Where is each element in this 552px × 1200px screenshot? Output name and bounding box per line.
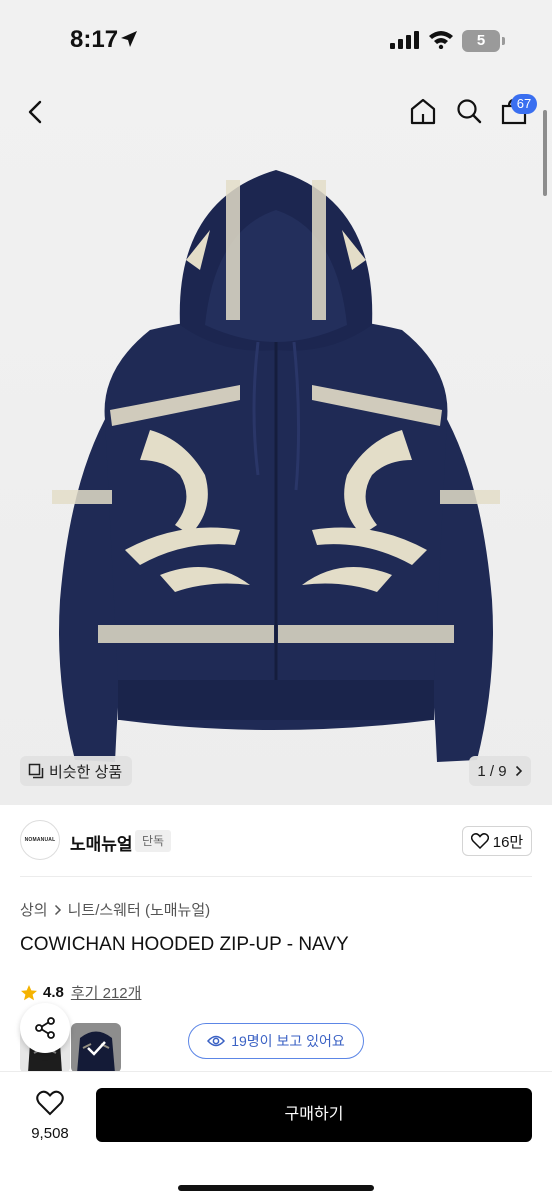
- search-icon[interactable]: [455, 97, 483, 125]
- location-arrow-icon: [121, 31, 137, 47]
- status-time: 8:17: [70, 26, 119, 53]
- viewers-text: 19명이 보고 있어요: [231, 1033, 345, 1049]
- scrollbar: [543, 110, 547, 196]
- copy-icon: [28, 763, 44, 779]
- product-image-gallery[interactable]: 67 비슷한 상품 1 / 9: [0, 80, 552, 805]
- thumbnail-navy[interactable]: [71, 1023, 121, 1073]
- wishlist-count: 9,508: [31, 1125, 69, 1142]
- home-icon[interactable]: [408, 96, 438, 126]
- heart-icon: [36, 1090, 64, 1116]
- review-count-link[interactable]: 후기 212개: [71, 982, 142, 1003]
- brand-like-button[interactable]: 16만: [462, 826, 532, 856]
- brand-name[interactable]: 노매뉴얼: [70, 830, 133, 855]
- similar-products-button[interactable]: 비슷한 상품: [20, 756, 133, 786]
- share-icon: [35, 1017, 55, 1039]
- bottom-action-bar: 9,508 구매하기: [0, 1071, 552, 1200]
- breadcrumb-category[interactable]: 상의: [20, 899, 48, 920]
- signal-icon: [390, 31, 419, 49]
- wishlist-button[interactable]: 9,508: [22, 1090, 78, 1142]
- viewers-badge: 19명이 보고 있어요: [188, 1023, 364, 1059]
- product-image: [52, 170, 500, 762]
- product-title: COWICHAN HOODED ZIP-UP - NAVY: [20, 934, 349, 955]
- thumbnail-image: [71, 1023, 121, 1073]
- cart-count-badge: 67: [511, 94, 537, 114]
- exclusive-tag: 단독: [135, 830, 172, 852]
- rating-value: 4.8: [43, 984, 64, 1001]
- chevron-right-icon: [515, 765, 522, 777]
- brand-row: NOMANUAL 노매뉴얼 단독 16만: [0, 820, 552, 876]
- heart-icon: [470, 833, 489, 849]
- star-icon: [21, 984, 37, 1000]
- brand-logo-text: NOMANUAL: [24, 837, 56, 843]
- breadcrumb: 상의 니트/스웨터 (노매뉴얼): [20, 899, 210, 920]
- similar-products-label: 비슷한 상품: [49, 763, 123, 781]
- buy-button[interactable]: 구매하기: [96, 1088, 532, 1142]
- back-icon[interactable]: [24, 98, 48, 126]
- wifi-icon: [429, 31, 453, 49]
- eye-icon: [207, 1035, 226, 1047]
- image-pager[interactable]: 1 / 9: [469, 756, 531, 786]
- status-bar: 8:17 5: [0, 0, 552, 80]
- page-indicator: 1 / 9: [477, 762, 507, 780]
- share-button[interactable]: [20, 1003, 70, 1053]
- home-indicator: [178, 1185, 374, 1191]
- chevron-right-icon: [54, 904, 61, 915]
- brand-logo[interactable]: NOMANUAL: [20, 820, 60, 860]
- battery-tip: [502, 37, 505, 45]
- battery-icon: 5: [462, 30, 500, 52]
- divider: [20, 876, 532, 877]
- brand-like-count: 16만: [492, 833, 524, 851]
- rating-row: 4.8 후기 212개: [20, 982, 141, 1003]
- breadcrumb-subcategory[interactable]: 니트/스웨터 (노매뉴얼): [68, 899, 211, 920]
